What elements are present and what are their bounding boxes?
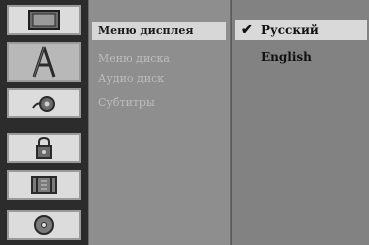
option-english[interactable]: English xyxy=(235,50,367,68)
disc-icon[interactable] xyxy=(7,210,81,240)
option-label: Русский xyxy=(261,23,319,37)
menu-item-display[interactable]: Меню дисплея xyxy=(92,22,226,40)
option-label: English xyxy=(261,50,312,64)
check-icon: ✔ xyxy=(241,22,253,38)
settings-screen: Меню дисплея Меню диска Аудио диск Субти… xyxy=(0,0,369,245)
category-icon-column xyxy=(0,0,88,245)
menu-item-subtitles[interactable]: Субтитры xyxy=(98,96,155,109)
menu-column: Меню дисплея Меню диска Аудио диск Субти… xyxy=(88,0,231,245)
lock-icon[interactable] xyxy=(7,133,81,163)
menu-item-audio[interactable]: Аудио диск xyxy=(98,72,164,85)
option-russian[interactable]: ✔ Русский xyxy=(235,20,367,40)
film-icon[interactable] xyxy=(7,170,81,200)
menu-item-label: Меню диска xyxy=(98,52,170,65)
menu-item-label: Аудио диск xyxy=(98,72,165,85)
menu-item-label: Меню дисплея xyxy=(98,24,194,37)
menu-item-disc[interactable]: Меню диска xyxy=(98,52,170,65)
audio-icon[interactable] xyxy=(7,88,81,118)
menu-item-label: Субтитры xyxy=(98,96,155,109)
language-a-icon[interactable] xyxy=(7,42,81,82)
tv-icon[interactable] xyxy=(7,5,81,35)
options-column: ✔ Русский English xyxy=(231,0,369,245)
